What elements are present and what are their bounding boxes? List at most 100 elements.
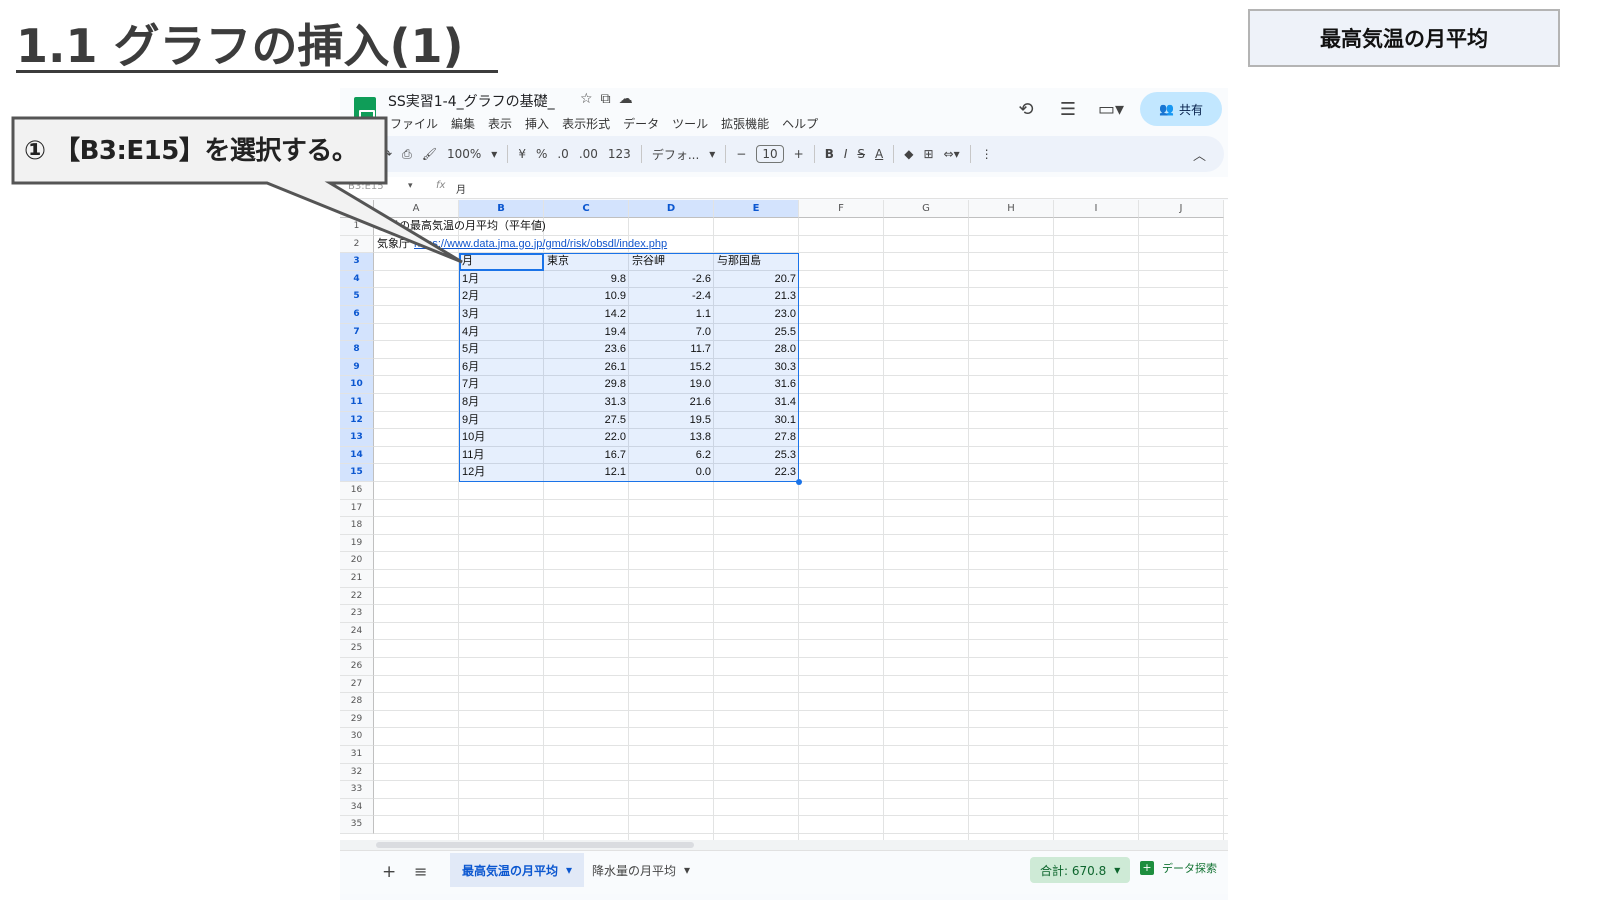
increase-decimal-button[interactable]: .00 xyxy=(579,147,598,161)
cell-title[interactable]: 日の最高気温の月平均（平年値) xyxy=(388,218,546,235)
row-header[interactable]: 21 xyxy=(340,570,374,588)
table-cell[interactable]: 22.3 xyxy=(717,464,796,481)
table-cell[interactable]: 6月 xyxy=(462,359,541,376)
menu-item[interactable]: 拡張機能 xyxy=(721,115,769,132)
row-header[interactable]: 2 xyxy=(340,235,374,254)
row-header[interactable]: 27 xyxy=(340,675,374,694)
all-sheets-button[interactable]: ≡ xyxy=(414,862,427,881)
table-cell[interactable]: 5月 xyxy=(462,341,541,358)
table-cell[interactable]: 12月 xyxy=(462,464,541,481)
decrease-decimal-button[interactable]: .0 xyxy=(557,147,568,161)
row-header[interactable]: 33 xyxy=(340,781,374,799)
table-cell[interactable]: 9月 xyxy=(462,412,541,429)
borders-icon[interactable]: ⊞ xyxy=(923,147,933,161)
row-header[interactable]: 7 xyxy=(340,323,374,342)
row-header[interactable]: 5 xyxy=(340,288,374,306)
table-cell[interactable]: 19.0 xyxy=(632,376,711,393)
menu-item[interactable]: 編集 xyxy=(451,115,475,132)
column-header[interactable]: E xyxy=(714,200,799,218)
row-header[interactable]: 28 xyxy=(340,693,374,711)
row-header[interactable]: 24 xyxy=(340,622,374,641)
explore-button[interactable]: + データ探索 xyxy=(1140,860,1217,876)
table-cell[interactable]: 11月 xyxy=(462,447,541,464)
menu-item[interactable]: データ xyxy=(623,115,659,132)
row-header[interactable]: 6 xyxy=(340,306,374,324)
row-header[interactable]: 1 xyxy=(340,218,374,236)
table-cell[interactable]: 23.6 xyxy=(547,341,626,358)
table-cell[interactable]: 28.0 xyxy=(717,341,796,358)
table-cell[interactable]: 19.5 xyxy=(632,412,711,429)
table-cell[interactable]: 13.8 xyxy=(632,429,711,446)
italic-button[interactable]: I xyxy=(844,147,848,161)
number-format-button[interactable]: 123 xyxy=(608,147,631,161)
formula-input[interactable]: 月 xyxy=(456,181,466,196)
sheet-tab[interactable]: 降水量の月平均 ▾ xyxy=(592,853,690,887)
row-header[interactable]: 3 xyxy=(340,253,374,271)
table-cell[interactable]: 12.1 xyxy=(547,464,626,481)
paint-format-icon[interactable]: 🖌 xyxy=(422,147,437,161)
menu-item[interactable]: ファイル xyxy=(390,115,438,132)
row-header[interactable]: 22 xyxy=(340,587,374,606)
table-cell[interactable]: 2月 xyxy=(462,288,541,305)
column-header[interactable]: F xyxy=(799,200,884,218)
fill-color-icon[interactable]: ◆ xyxy=(904,147,913,161)
table-cell[interactable]: 19.4 xyxy=(547,324,626,341)
name-box[interactable]: B3:E15 xyxy=(348,181,384,192)
table-cell[interactable]: 27.8 xyxy=(717,429,796,446)
table-cell[interactable]: 31.3 xyxy=(547,394,626,411)
column-header[interactable]: H xyxy=(969,200,1054,218)
comments-icon[interactable]: ☰ xyxy=(1056,99,1080,120)
more-options-icon[interactable]: ⋮ xyxy=(981,147,993,161)
bold-button[interactable]: B xyxy=(825,147,834,161)
table-cell[interactable]: 14.2 xyxy=(547,306,626,323)
menu-item[interactable]: 表示形式 xyxy=(562,115,610,132)
cell-source-link[interactable]: https://www.data.jma.go.jp/gmd/risk/obsd… xyxy=(414,236,714,253)
table-cell[interactable]: 10.9 xyxy=(547,288,626,305)
font-size-increase-button[interactable]: + xyxy=(794,147,804,161)
row-header[interactable]: 31 xyxy=(340,746,374,764)
cloud-status-icon[interactable]: ☁ xyxy=(619,91,641,107)
cell-grid[interactable]: A B C D E F G H I J 1 2 3 4 5 6 7 8 9 10 11 12 13 14 15 16 17 18 19 2… xyxy=(340,200,1228,840)
table-cell[interactable]: 29.8 xyxy=(547,376,626,393)
row-header[interactable]: 18 xyxy=(340,517,374,535)
table-cell[interactable]: 25.5 xyxy=(717,324,796,341)
row-header[interactable]: 12 xyxy=(340,411,374,430)
table-cell[interactable]: 11.7 xyxy=(632,341,711,358)
merge-cells-icon[interactable]: ⇔▾ xyxy=(944,147,960,161)
row-header[interactable]: 25 xyxy=(340,640,374,658)
row-header[interactable]: 13 xyxy=(340,429,374,447)
row-header[interactable]: 23 xyxy=(340,605,374,623)
row-header[interactable]: 29 xyxy=(340,710,374,729)
table-cell[interactable]: 31.6 xyxy=(717,376,796,393)
table-cell[interactable]: 30.3 xyxy=(717,359,796,376)
row-header[interactable]: 26 xyxy=(340,658,374,676)
row-header[interactable]: 30 xyxy=(340,728,374,746)
table-cell[interactable]: 21.3 xyxy=(717,288,796,305)
column-header[interactable]: G xyxy=(884,200,969,218)
column-header[interactable]: D xyxy=(629,200,714,218)
sheet-tab-active[interactable]: 最高気温の月平均 ▾ xyxy=(450,853,585,887)
row-header[interactable]: 16 xyxy=(340,482,374,500)
table-cell[interactable]: 8月 xyxy=(462,394,541,411)
table-cell[interactable]: 7.0 xyxy=(632,324,711,341)
chevron-down-icon[interactable]: ▾ xyxy=(408,181,413,191)
table-cell[interactable]: -2.6 xyxy=(632,271,711,288)
menu-item[interactable]: ツール xyxy=(672,115,708,132)
add-sheet-button[interactable]: + xyxy=(382,862,396,882)
row-header[interactable]: 9 xyxy=(340,358,374,377)
table-cell[interactable]: 26.1 xyxy=(547,359,626,376)
horizontal-scrollbar[interactable] xyxy=(340,840,1228,850)
row-header[interactable]: 20 xyxy=(340,552,374,570)
table-cell[interactable]: 9.8 xyxy=(547,271,626,288)
column-header[interactable]: B xyxy=(459,200,544,218)
table-cell[interactable]: 1.1 xyxy=(632,306,711,323)
column-header[interactable]: J xyxy=(1139,200,1224,218)
chevron-down-icon[interactable]: ▾ xyxy=(684,863,690,877)
row-header[interactable]: 10 xyxy=(340,376,374,394)
row-header[interactable]: 8 xyxy=(340,341,374,359)
row-header[interactable]: 19 xyxy=(340,534,374,553)
fill-handle[interactable] xyxy=(796,479,802,485)
select-all-corner[interactable] xyxy=(340,200,374,218)
font-select[interactable]: デフォ... xyxy=(652,146,699,163)
share-button[interactable]: 👥 共有 xyxy=(1140,92,1222,126)
